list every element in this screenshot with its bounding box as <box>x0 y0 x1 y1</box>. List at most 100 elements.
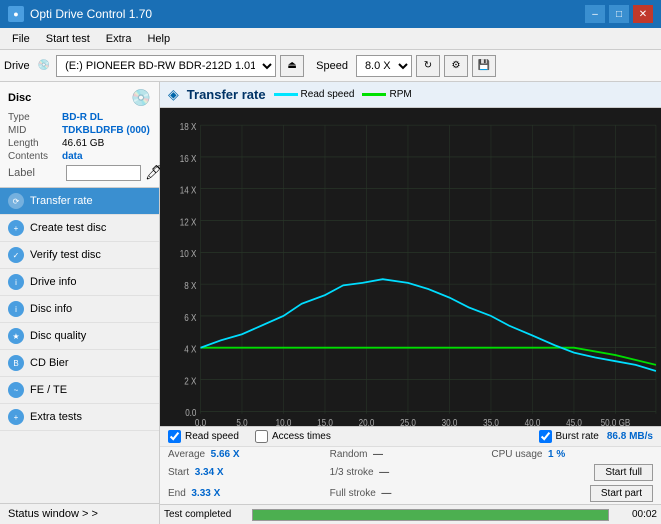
toolbar: Drive 💿 (E:) PIONEER BD-RW BDR-212D 1.01… <box>0 50 661 82</box>
minimize-button[interactable]: – <box>585 5 605 23</box>
nav-disc-info[interactable]: i Disc info <box>0 296 159 323</box>
svg-text:10 X: 10 X <box>180 248 197 259</box>
average-value: 5.66 X <box>211 449 240 460</box>
time-display: 00:02 <box>617 509 657 520</box>
disc-panel: Disc 💿 Type BD-R DL MID TDKBLDRFB (000) … <box>0 82 159 188</box>
mid-label: MID <box>8 125 62 136</box>
svg-text:18 X: 18 X <box>180 121 197 132</box>
nav-disc-quality-label: Disc quality <box>30 330 86 342</box>
nav-extra-tests-label: Extra tests <box>30 411 82 423</box>
app-title: Opti Drive Control 1.70 <box>30 7 152 21</box>
burst-rate-checkbox[interactable] <box>539 430 552 443</box>
stat-random: Random — <box>330 449 492 460</box>
checkbox-row: Read speed Access times Burst rate 86.8 … <box>160 427 661 447</box>
refresh-button[interactable]: ↻ <box>416 55 440 77</box>
app-icon: ● <box>8 6 24 22</box>
menu-start-test[interactable]: Start test <box>38 31 98 47</box>
drive-select[interactable]: (E:) PIONEER BD-RW BDR-212D 1.01 <box>56 55 276 77</box>
end-label: End <box>168 488 186 499</box>
stat-cpu: CPU usage 1 % <box>491 449 653 460</box>
nav-cd-bier[interactable]: B CD Bier <box>0 350 159 377</box>
mid-value: TDKBLDRFB (000) <box>62 125 150 136</box>
stat-end: End 3.33 X <box>168 488 330 499</box>
nav-cd-bier-label: CD Bier <box>30 357 69 369</box>
stat-full-stroke: Full stroke — <box>330 488 492 499</box>
drive-info-icon: i <box>8 274 24 290</box>
start-part-button[interactable]: Start part <box>590 485 653 502</box>
nav-verify-test-disc[interactable]: ✓ Verify test disc <box>0 242 159 269</box>
random-label: Random <box>330 449 368 460</box>
fe-te-icon: ~ <box>8 382 24 398</box>
cd-bier-icon: B <box>8 355 24 371</box>
burst-rate-label: Burst rate <box>556 431 599 442</box>
checkbox-burst-rate[interactable]: Burst rate 86.8 MB/s <box>539 430 654 443</box>
cpu-value: 1 % <box>548 449 565 460</box>
verify-disc-icon: ✓ <box>8 247 24 263</box>
disc-label-input[interactable] <box>66 165 141 181</box>
contents-label: Contents <box>8 151 62 162</box>
svg-text:2 X: 2 X <box>184 376 196 387</box>
nav-transfer-rate[interactable]: ⟳ Transfer rate <box>0 188 159 215</box>
stats-area: Read speed Access times Burst rate 86.8 … <box>160 426 661 504</box>
menu-file[interactable]: File <box>4 31 38 47</box>
close-button[interactable]: ✕ <box>633 5 653 23</box>
status-window[interactable]: Status window > > <box>0 503 159 524</box>
start-full-button[interactable]: Start full <box>594 464 653 481</box>
svg-text:16 X: 16 X <box>180 153 197 164</box>
svg-text:6 X: 6 X <box>184 312 196 323</box>
read-speed-label: Read speed <box>185 431 239 442</box>
chart-svg: 18 X 16 X 14 X 12 X 10 X 8 X 6 X 4 X 2 X… <box>160 108 661 426</box>
bottom-status-bar: Test completed 00:02 <box>160 504 661 524</box>
burst-rate-value: 86.8 MB/s <box>607 431 653 442</box>
save-button[interactable]: 💾 <box>472 55 496 77</box>
maximize-button[interactable]: □ <box>609 5 629 23</box>
status-text: Test completed <box>164 509 244 520</box>
nav-fe-te-label: FE / TE <box>30 384 67 396</box>
nav-drive-info[interactable]: i Drive info <box>0 269 159 296</box>
stat-1-3-stroke: 1/3 stroke — <box>330 467 492 478</box>
extra-tests-icon: + <box>8 409 24 425</box>
menu-extra[interactable]: Extra <box>98 31 140 47</box>
settings-button[interactable]: ⚙ <box>444 55 468 77</box>
titlebar: ● Opti Drive Control 1.70 – □ ✕ <box>0 0 661 28</box>
end-value: 3.33 X <box>191 488 220 499</box>
main-layout: Disc 💿 Type BD-R DL MID TDKBLDRFB (000) … <box>0 82 661 524</box>
nav-create-test-disc[interactable]: + Create test disc <box>0 215 159 242</box>
svg-text:50.0 GB: 50.0 GB <box>601 417 631 426</box>
nav-disc-quality[interactable]: ★ Disc quality <box>0 323 159 350</box>
access-times-checkbox[interactable] <box>255 430 268 443</box>
start-value: 3.34 X <box>195 467 224 478</box>
eject-button[interactable]: ⏏ <box>280 55 304 77</box>
length-value: 46.61 GB <box>62 138 104 149</box>
nav-disc-info-label: Disc info <box>30 303 72 315</box>
progress-bar-container <box>252 509 609 521</box>
menu-help[interactable]: Help <box>139 31 178 47</box>
svg-text:35.0: 35.0 <box>483 417 499 426</box>
checkbox-read-speed[interactable]: Read speed <box>168 430 239 443</box>
random-value: — <box>373 449 383 460</box>
disc-info-icon: i <box>8 301 24 317</box>
svg-text:20.0: 20.0 <box>359 417 375 426</box>
type-label: Type <box>8 112 62 123</box>
checkbox-access-times[interactable]: Access times <box>255 430 331 443</box>
menubar: File Start test Extra Help <box>0 28 661 50</box>
type-value: BD-R DL <box>62 112 103 123</box>
legend-read-speed: Read speed <box>274 89 355 100</box>
svg-text:5.0: 5.0 <box>236 417 247 426</box>
svg-text:8 X: 8 X <box>184 280 196 291</box>
nav-fe-te[interactable]: ~ FE / TE <box>0 377 159 404</box>
start-label: Start <box>168 467 189 478</box>
transfer-rate-icon: ⟳ <box>8 193 24 209</box>
svg-text:30.0: 30.0 <box>442 417 458 426</box>
chart-header: ◈ Transfer rate Read speed RPM <box>160 82 661 108</box>
legend-rpm: RPM <box>362 89 411 100</box>
nav-verify-test-disc-label: Verify test disc <box>30 249 101 261</box>
start-part-cell: Start part <box>491 485 653 502</box>
average-label: Average <box>168 449 205 460</box>
speed-select[interactable]: 8.0 X <box>356 55 412 77</box>
nav-extra-tests[interactable]: + Extra tests <box>0 404 159 431</box>
svg-text:45.0: 45.0 <box>566 417 582 426</box>
read-speed-checkbox[interactable] <box>168 430 181 443</box>
svg-text:14 X: 14 X <box>180 185 197 196</box>
stat-start: Start 3.34 X <box>168 467 330 478</box>
